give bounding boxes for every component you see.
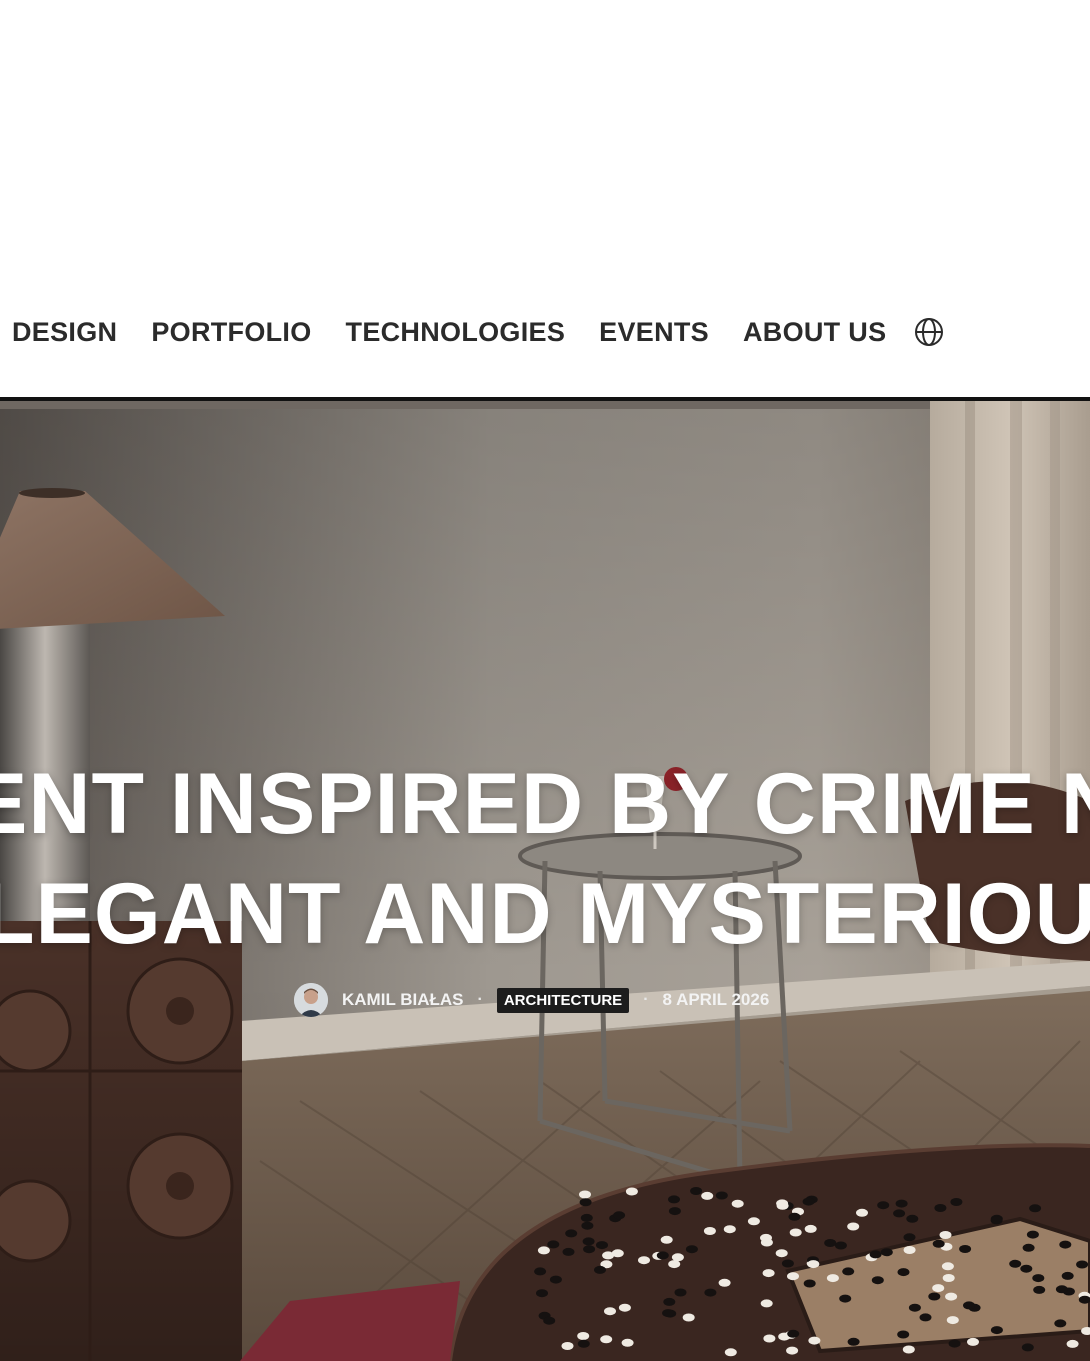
nav-item-about-us[interactable]: ABOUT US <box>743 314 886 350</box>
avatar[interactable] <box>294 983 328 1017</box>
meta-separator: · <box>643 991 649 1008</box>
nav-item-technologies[interactable]: TECHNOLOGIES <box>346 314 566 350</box>
nav-item-design[interactable]: DESIGN <box>12 314 117 350</box>
header: DESIGN PORTFOLIO TECHNOLOGIES EVENTS ABO… <box>0 0 1090 398</box>
headline-line-2: LEGANT AND MYSTERIOU <box>0 866 1090 962</box>
headline-line-1: ENT INSPIRED BY CRIME N <box>0 756 1090 852</box>
meta-separator: · <box>477 991 483 1008</box>
page: DESIGN PORTFOLIO TECHNOLOGIES EVENTS ABO… <box>0 0 1090 1361</box>
globe-icon[interactable] <box>914 317 944 347</box>
article-meta: KAMIL BIAŁAS · ARCHITECTURE · 8 APRIL 20… <box>294 983 769 1017</box>
nav-item-events[interactable]: EVENTS <box>599 314 709 350</box>
nav-item-portfolio[interactable]: PORTFOLIO <box>151 314 311 350</box>
main-nav: DESIGN PORTFOLIO TECHNOLOGIES EVENTS ABO… <box>12 314 944 350</box>
category-badge[interactable]: ARCHITECTURE <box>496 987 630 1013</box>
hero-image: ENT INSPIRED BY CRIME N LEGANT AND MYSTE… <box>0 401 1090 1361</box>
publish-date: 8 APRIL 2026 <box>662 990 770 1009</box>
author-name[interactable]: KAMIL BIAŁAS <box>342 990 464 1010</box>
